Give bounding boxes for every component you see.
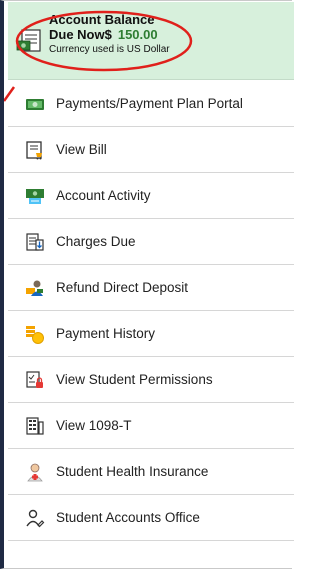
menu-item-label: Refund Direct Deposit (56, 280, 189, 295)
cash-payment-icon (25, 94, 45, 114)
menu-item-label: View Student Permissions (56, 372, 213, 387)
permissions-icon (25, 370, 45, 390)
menu-item-refund-direct-deposit[interactable]: Refund Direct Deposit (8, 265, 294, 311)
finance-menu: Payments/Payment Plan Portal View Bill A… (8, 81, 294, 541)
menu-item-student-health-insurance[interactable]: Student Health Insurance (8, 449, 294, 495)
menu-item-account-activity[interactable]: Account Activity (8, 173, 294, 219)
menu-item-label: Student Health Insurance (56, 464, 209, 479)
menu-item-label: View 1098-T (56, 418, 132, 433)
menu-item-label: Payment History (56, 326, 156, 341)
money-activity-icon (25, 186, 45, 206)
menu-item-view-bill[interactable]: View Bill (8, 127, 294, 173)
charges-list-icon (25, 232, 45, 252)
bill-cart-icon (25, 140, 45, 160)
menu-item-charges-due[interactable]: Charges Due (8, 219, 294, 265)
menu-item-label: Charges Due (56, 234, 136, 249)
menu-item-label: View Bill (56, 142, 107, 157)
menu-item-student-accounts-office[interactable]: Student Accounts Office (8, 495, 294, 541)
menu-item-label: Account Activity (56, 188, 151, 203)
menu-item-view-student-permissions[interactable]: View Student Permissions (8, 357, 294, 403)
person-office-icon (25, 508, 45, 528)
coins-history-icon (25, 324, 45, 344)
person-deposit-icon (25, 278, 45, 298)
highlight-ellipse (15, 10, 193, 72)
menu-item-payment-history[interactable]: Payment History (8, 311, 294, 357)
student-finances-panel: Account Balance Due Now$ 150.00 Currency … (0, 0, 294, 569)
menu-item-payments[interactable]: Payments/Payment Plan Portal (8, 81, 294, 127)
menu-item-view-1098-t[interactable]: View 1098-T (8, 403, 294, 449)
menu-item-label: Student Accounts Office (56, 510, 200, 525)
tax-form-icon (25, 416, 45, 436)
menu-item-label: Payments/Payment Plan Portal (56, 96, 243, 111)
health-insurance-icon (25, 462, 45, 482)
